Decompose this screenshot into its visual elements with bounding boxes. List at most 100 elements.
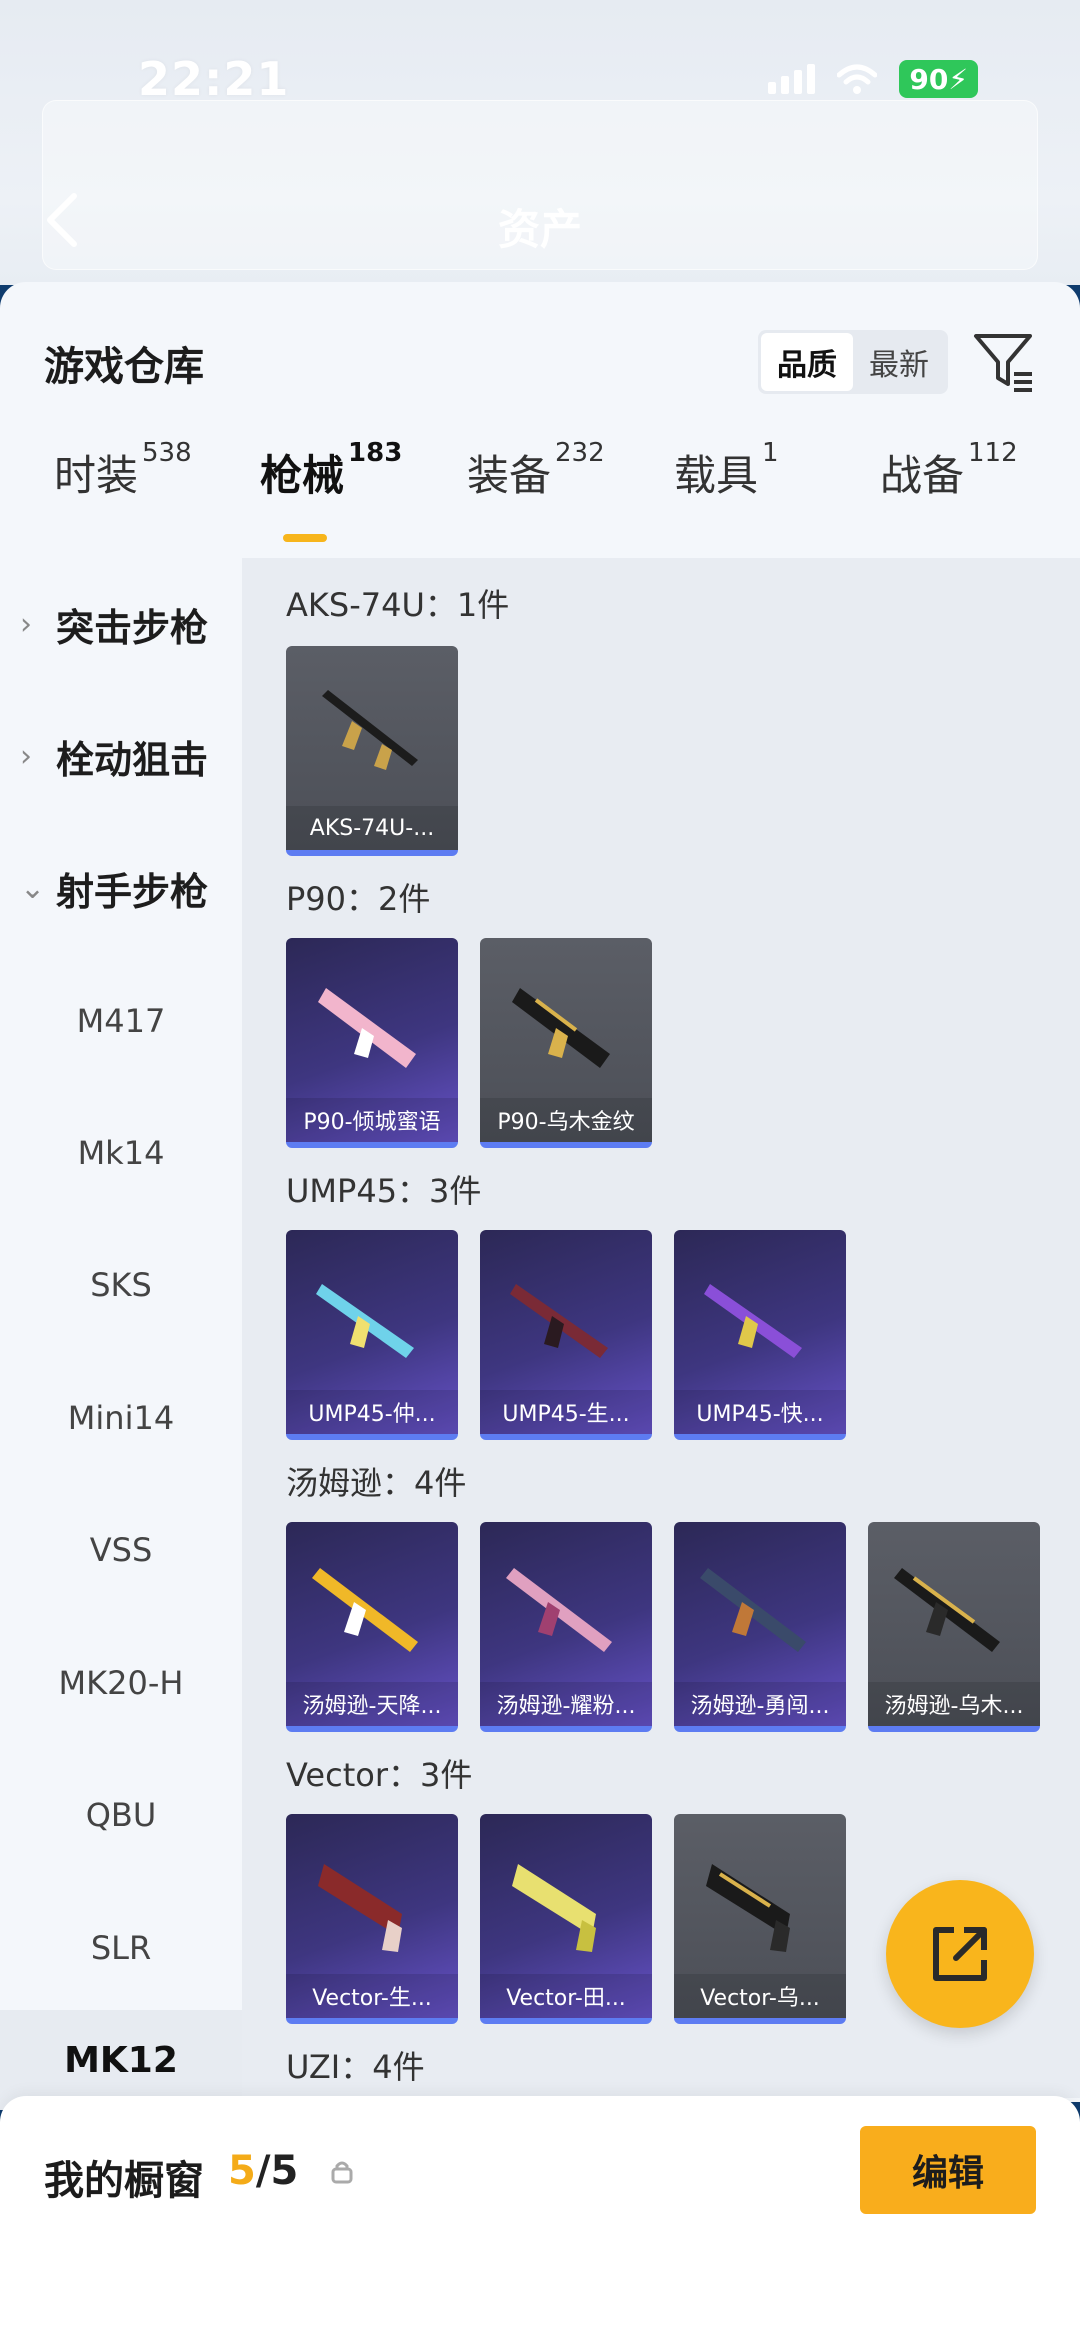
skin-card[interactable]: Vector-乌... [674,1814,846,2024]
gun-icon [316,1284,414,1358]
showcase-count: 5/5 [228,2148,298,2194]
skin-card[interactable]: 汤姆逊-耀粉... [480,1522,652,1732]
battery-level: 90 [909,62,949,96]
card-label: P90-乌木金纹 [480,1098,652,1142]
skin-card[interactable]: AKS-74U-... [286,646,458,856]
showcase-total-count: /5 [255,2148,299,2194]
gun-icon [318,1864,402,1952]
sidebar-item-mk12[interactable]: MK12 [0,2010,242,2110]
tab-label: 载具 [674,451,759,500]
sidebar-category-marksman-rifle[interactable]: ⌄ 射手步枪 [0,848,242,928]
group-title: UMP45：3件 [286,1172,482,1210]
skin-card[interactable]: UMP45-快... [674,1230,846,1440]
showcase-title: 我的橱窗 [44,2158,204,2204]
gun-icon [318,988,416,1068]
card-label: UMP45-快... [674,1390,846,1434]
status-indicators: 90 ⚡ [768,60,978,98]
gun-icon [704,1284,802,1358]
share-icon [933,1927,987,1981]
sidebar-item-mini14[interactable]: Mini14 [0,1378,242,1458]
skin-card[interactable]: P90-倾城蜜语 [286,938,458,1148]
tab-count: 232 [555,438,605,468]
lock-icon [330,2158,354,2188]
skin-card[interactable]: UMP45-生... [480,1230,652,1440]
tab-count: 1 [762,438,779,468]
card-label: 汤姆逊-乌木... [868,1682,1040,1726]
tab-war-supplies[interactable]: 战备 112 [880,438,1018,503]
sidebar-item-m417[interactable]: M417 [0,981,242,1061]
sidebar-item-mk14[interactable]: Mk14 [0,1113,242,1193]
tab-fashion[interactable]: 时装 538 [54,438,192,503]
gun-icon [322,690,418,770]
showcase-bar: 我的橱窗 5/5 编辑 [0,2096,1080,2341]
filter-icon[interactable] [972,332,1036,398]
chevron-down-icon: ⌄ [20,870,46,906]
sort-quality-button[interactable]: 品质 [761,333,853,391]
card-label: UMP45-仲... [286,1390,458,1434]
card-label: 汤姆逊-耀粉... [480,1682,652,1726]
card-label: Vector-乌... [674,1974,846,2018]
group-title: P90：2件 [286,880,431,918]
card-label: AKS-74U-... [286,806,458,850]
chevron-right-icon: › [20,738,32,774]
group-title: Vector：3件 [286,1756,473,1794]
group-title: 汤姆逊：4件 [286,1464,467,1502]
signal-icon [768,64,816,94]
skin-card[interactable]: P90-乌木金纹 [480,938,652,1148]
tab-count: 538 [142,438,192,468]
sidebar-category-label: 栓动狙击 [56,737,209,782]
tab-label: 时装 [54,451,139,500]
warehouse-header: 游戏仓库 品质 最新 [0,282,1080,422]
gun-icon [312,1568,418,1652]
tab-label: 装备 [467,451,552,500]
sidebar-category-label: 突击步枪 [56,605,209,650]
skin-card[interactable]: 汤姆逊-勇闯... [674,1522,846,1732]
tab-equipment[interactable]: 装备 232 [467,438,605,503]
tab-label: 战备 [880,451,965,500]
gun-icon [706,1864,790,1952]
tab-count: 183 [348,438,403,468]
charging-icon: ⚡ [948,62,968,96]
tab-vehicles[interactable]: 载具 1 [674,438,779,503]
sidebar-item-vss[interactable]: VSS [0,1510,242,1590]
sidebar-item-mk20h[interactable]: MK20-H [0,1643,242,1723]
skin-card[interactable]: UMP45-仲... [286,1230,458,1440]
sort-toggle: 品质 最新 [758,330,948,394]
skin-card[interactable]: Vector-生... [286,1814,458,2024]
page-title: 资产 [497,205,582,254]
sidebar-category-assault-rifle[interactable]: › 突击步枪 [0,584,242,664]
weapon-sidebar: › 突击步枪 › 栓动狙击 ⌄ 射手步枪 M417 Mk14 SKS Mini1… [0,558,242,2110]
group-title: UZI：4件 [286,2048,425,2086]
tab-firearms[interactable]: 枪械 183 [260,438,402,503]
gun-icon [510,1284,608,1358]
battery-indicator: 90 ⚡ [899,60,978,98]
sidebar-item-qbu[interactable]: QBU [0,1775,242,1855]
showcase-filled-count: 5 [228,2148,256,2194]
edit-button[interactable]: 编辑 [860,2126,1036,2214]
card-label: P90-倾城蜜语 [286,1098,458,1142]
gun-icon [894,1568,1000,1652]
active-tab-indicator [283,534,327,542]
chevron-right-icon: › [20,606,32,642]
card-label: 汤姆逊-勇闯... [674,1682,846,1726]
status-time: 22:21 [138,52,290,106]
card-label: UMP45-生... [480,1390,652,1434]
tab-count: 112 [968,438,1018,468]
category-tabs: 时装 538 枪械 183 装备 232 载具 1 战备 112 [0,438,1080,522]
gun-icon [512,1864,596,1952]
card-label: Vector-田... [480,1974,652,2018]
weapon-grid: AKS-74U：1件 AKS-74U-... P90：2件 P90-倾城蜜语 P… [242,558,1080,2098]
wifi-icon [837,63,878,95]
sort-newest-button[interactable]: 最新 [853,333,945,391]
skin-card[interactable]: Vector-田... [480,1814,652,2024]
group-title: AKS-74U：1件 [286,586,510,624]
sidebar-item-slr[interactable]: SLR [0,1908,242,1988]
skin-card[interactable]: 汤姆逊-乌木... [868,1522,1040,1732]
tab-label: 枪械 [260,451,345,500]
card-label: Vector-生... [286,1974,458,2018]
sidebar-category-bolt-sniper[interactable]: › 栓动狙击 [0,716,242,796]
share-button[interactable] [886,1880,1034,2028]
gun-icon [512,988,610,1068]
skin-card[interactable]: 汤姆逊-天降... [286,1522,458,1732]
sidebar-item-sks[interactable]: SKS [0,1245,242,1325]
